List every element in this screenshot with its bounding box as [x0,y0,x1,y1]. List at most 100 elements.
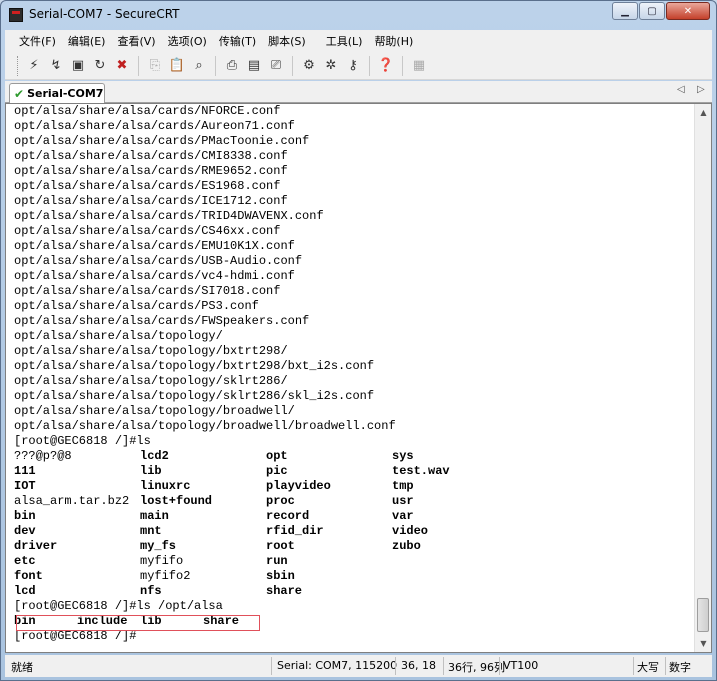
ls-entry: sys [392,449,414,463]
terminal-line: opt/alsa/share/alsa/topology/broadwell/b… [14,419,396,433]
ls-entry: myfifo2 [140,569,191,583]
ls-entry: alsa_arm.tar.bz2 [14,494,130,508]
scroll-thumb[interactable] [697,598,709,632]
terminal-line: opt/alsa/share/alsa/cards/CS46xx.conf [14,224,281,238]
ls-entry: opt [266,449,288,463]
status-size: 36行, 96列 [448,661,505,674]
terminal-line: opt/alsa/share/alsa/topology/ [14,329,223,343]
ls-entry: IOT [14,479,36,493]
menu-view[interactable]: 查看(V) [117,33,155,49]
ls-entry: share [266,584,303,598]
securecrt-app-icon [9,8,23,22]
ls-row: 111 lib pic test.wav [14,464,518,479]
print-setup-icon[interactable]: ▤ [244,56,264,76]
menu-help[interactable]: 帮助(H) [374,33,413,49]
terminal-line: opt/alsa/share/alsa/topology/sklrt286/sk… [14,389,375,403]
ls-entry: pic [266,464,288,478]
tab-label: Serial-COM7 [27,87,104,100]
terminal-line: opt/alsa/share/alsa/cards/USB-Audio.conf [14,254,303,268]
quick-connect-icon[interactable]: ↯ [46,56,66,76]
toolbar-grip[interactable] [17,55,20,76]
menu-transfer[interactable]: 传输(T) [219,33,256,49]
ls-entry: record [266,509,310,523]
terminal-line: opt/alsa/share/alsa/cards/vc4-hdmi.conf [14,269,295,283]
maximize-button[interactable]: ▢ [639,2,665,20]
highlight-box [16,615,260,631]
status-separator [633,657,634,675]
connect-icon[interactable]: ⚡ [24,56,44,76]
connected-check-icon: ✔ [14,86,25,101]
ls-entry [392,554,518,569]
ls-entry: nfs [140,584,162,598]
ls-entry: mnt [140,524,162,538]
help-icon[interactable]: ❓ [376,56,396,76]
ls-entry: lcd2 [140,449,169,463]
ls-entry [392,569,518,584]
ls-entry: root [266,539,295,553]
ls-entry: etc [14,554,36,568]
session-options-icon[interactable]: ⚙ [299,56,319,76]
ls-entry [392,584,518,599]
terminal-area[interactable]: opt/alsa/share/alsa/cards/NFORCE.conf opt… [5,103,712,653]
tab-serial-com7[interactable]: ✔ Serial-COM7 [9,83,105,103]
menu-edit[interactable]: 编辑(E) [68,33,106,49]
terminal-line: opt/alsa/share/alsa/cards/RME9652.conf [14,164,288,178]
ls-entry: 111 [14,464,36,478]
securecrt-window: Serial-COM7 - SecureCRT ▁ ▢ ✕ 文件(F) 编辑(E… [0,0,717,681]
terminal-line: opt/alsa/share/alsa/cards/PS3.conf [14,299,259,313]
tab-scroll-left-icon[interactable]: ◁ [677,84,685,95]
menu-bar: 文件(F) 编辑(E) 查看(V) 选项(O) 传输(T) 脚本(S) 工具(L… [5,30,712,52]
disconnect-icon[interactable]: ✖ [112,56,132,76]
print-icon[interactable]: ⎙ [222,56,242,76]
close-icon: ✕ [683,5,693,17]
global-options-icon[interactable]: ✲ [321,56,341,76]
paste-icon[interactable]: 📋 [167,56,187,76]
keymap-icon[interactable]: ⚷ [343,56,363,76]
menu-options[interactable]: 选项(O) [168,33,207,49]
terminal-command: [root@GEC6818 /]#ls /opt/alsa [14,599,223,613]
menu-file[interactable]: 文件(F) [19,33,56,49]
window-controls: ▁ ▢ ✕ [612,2,710,20]
scroll-down-icon[interactable]: ▼ [695,635,711,652]
connect-tab-icon[interactable]: ▣ [68,56,88,76]
menu-script[interactable]: 脚本(S) [268,33,306,49]
status-num: 数字 [669,661,691,674]
terminal-output: opt/alsa/share/alsa/cards/NFORCE.conf opt… [14,104,518,644]
terminal-line: opt/alsa/share/alsa/topology/sklrt286/ [14,374,288,388]
ls-entry: usr [392,494,414,508]
ls-row: bin main record var [14,509,518,524]
status-cursor: 36, 18 [401,659,436,672]
status-separator [443,657,444,675]
ls-entry: ???@p?@8 [14,449,72,463]
status-caps: 大写 [637,661,659,674]
close-button[interactable]: ✕ [666,2,710,20]
ls-entry: myfifo [140,554,184,568]
status-serial: Serial: COM7, 115200 [277,659,398,672]
reconnect-icon[interactable]: ↻ [90,56,110,76]
copy-icon[interactable]: ⎘ [145,56,165,76]
vertical-scrollbar[interactable]: ▲ ▼ [694,104,711,652]
tab-scroll-right-icon[interactable]: ▷ [697,84,705,95]
terminal-line: opt/alsa/share/alsa/topology/bxtrt298/ [14,344,288,358]
ls-row: etc myfifo run [14,554,518,569]
terminal-line: opt/alsa/share/alsa/cards/ES1968.conf [14,179,281,193]
ls-entry: var [392,509,414,523]
ls-entry: bin [14,509,36,523]
ls-row: ???@p?@8 lcd2 opt sys [14,449,518,464]
toolbar-separator [138,55,139,76]
title-bar[interactable]: Serial-COM7 - SecureCRT ▁ ▢ ✕ [1,1,716,29]
ls-row: IOT linuxrc playvideo tmp [14,479,518,494]
print-screen-icon[interactable]: ⎚ [266,56,286,76]
terminal-line: opt/alsa/share/alsa/cards/ICE1712.conf [14,194,288,208]
ls-row: driver my_fs root zubo [14,539,518,554]
terminal-line: opt/alsa/share/alsa/cards/Aureon71.conf [14,119,295,133]
ls-entry: linuxrc [140,479,191,493]
find-icon[interactable]: ⌕ [189,56,209,76]
scroll-up-icon[interactable]: ▲ [695,104,711,121]
terminal-prompt: [root@GEC6818 /]# [14,629,137,643]
menu-tools[interactable]: 工具(L) [326,33,363,49]
ls-entry: playvideo [266,479,331,493]
ls-row: font myfifo2 sbin [14,569,518,584]
log-icon[interactable]: ▦ [409,56,429,76]
minimize-button[interactable]: ▁ [612,2,638,20]
